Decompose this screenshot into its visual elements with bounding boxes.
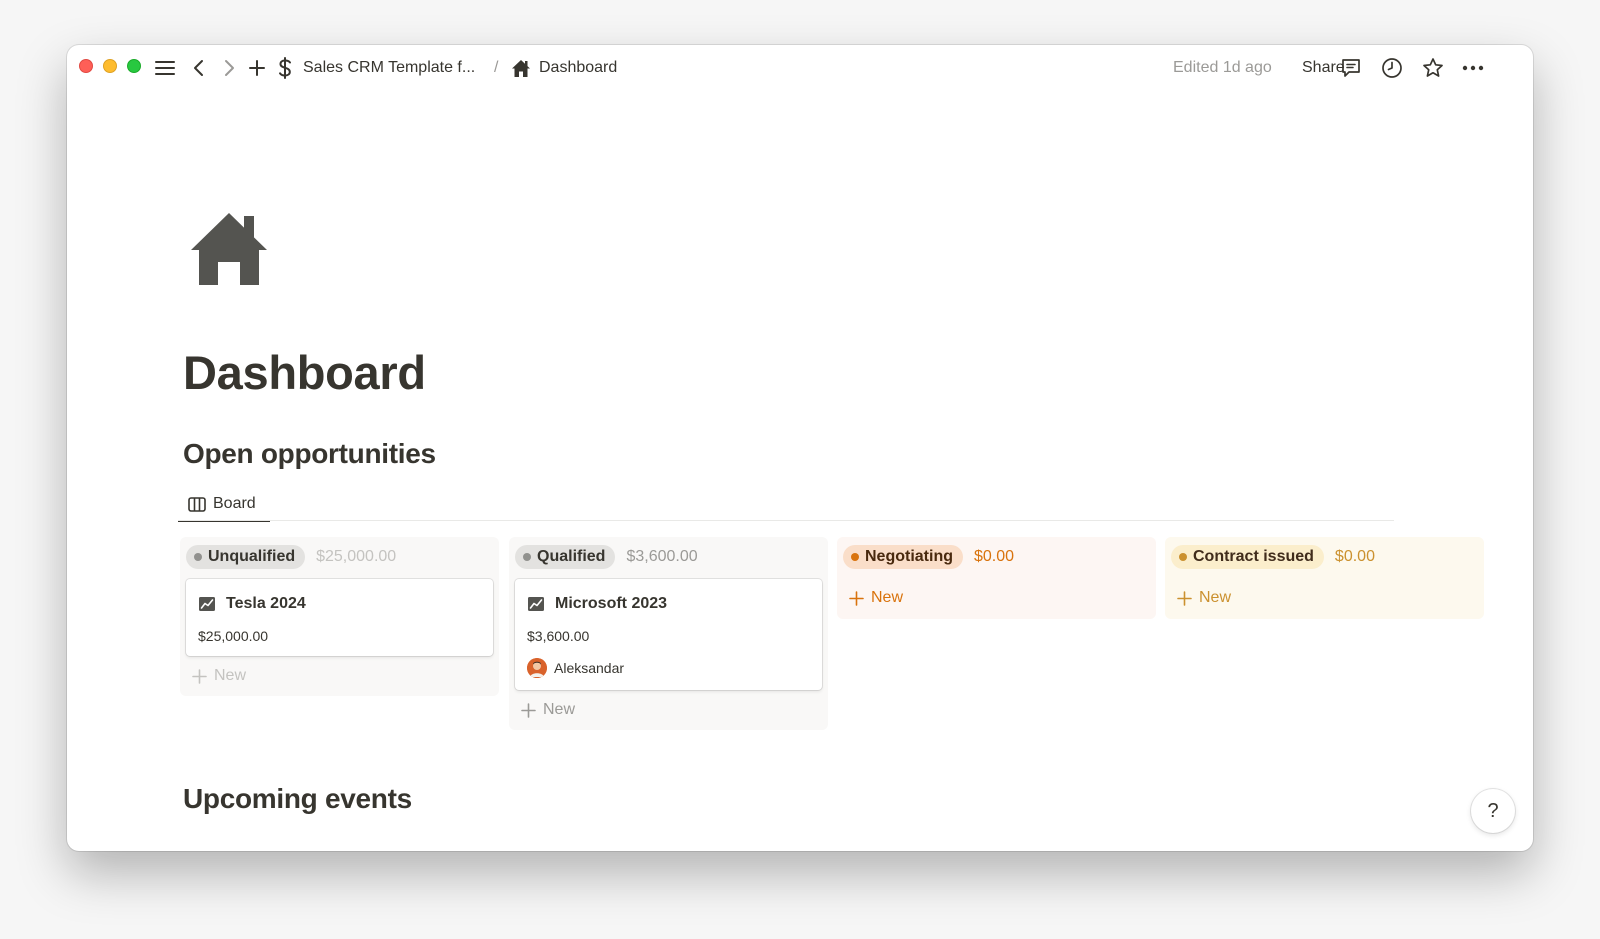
add-new-button[interactable]: New (1165, 577, 1484, 619)
plus-icon (1177, 590, 1192, 606)
chart-line-icon (528, 597, 544, 611)
add-new-button[interactable]: New (509, 690, 828, 730)
add-new-button[interactable]: New (180, 656, 499, 696)
breadcrumb-current[interactable]: Dashboard (539, 59, 617, 77)
menu-icon[interactable] (153, 56, 177, 80)
column-header: Negotiating $0.00 (837, 537, 1156, 577)
column-sum: $0.00 (974, 548, 1015, 565)
plus-icon (192, 668, 207, 684)
breadcrumb-parent[interactable]: Sales CRM Template f... (303, 59, 475, 77)
column-header: Contract issued $0.00 (1165, 537, 1484, 577)
tab-board[interactable]: Board (178, 488, 270, 522)
column-header: Unqualified $25,000.00 (180, 537, 499, 577)
board-view-icon (188, 496, 206, 512)
status-dot-icon (194, 553, 202, 561)
status-dot-icon (1179, 553, 1187, 561)
app-window: Sales CRM Template f... / Dashboard Edit… (67, 45, 1533, 851)
card-amount: $25,000.00 (198, 628, 269, 644)
plus-icon (521, 702, 536, 718)
page-house-icon[interactable] (189, 210, 269, 290)
more-options-icon[interactable] (1461, 56, 1485, 80)
card-title: Microsoft 2023 (555, 595, 668, 612)
card-title: Tesla 2024 (226, 595, 306, 612)
add-new-label: New (1199, 589, 1232, 606)
board-column-contract-issued: Contract issued $0.00 New (1165, 537, 1484, 619)
column-sum: $25,000.00 (316, 548, 397, 565)
status-badge[interactable]: Unqualified (186, 545, 306, 569)
open-opportunities-heading: Open opportunities (183, 438, 436, 469)
board-column-qualified: Qualified $3,600.00 Microsoft 2023 $3,60… (509, 537, 828, 730)
column-sum: $3,600.00 (626, 548, 698, 565)
history-clock-icon[interactable] (1380, 56, 1404, 80)
tab-divider (178, 520, 1394, 521)
board-card[interactable]: Tesla 2024 $25,000.00 (186, 579, 493, 656)
minimize-window-button[interactable] (103, 59, 117, 73)
person-name: Aleksandar (554, 660, 625, 676)
tab-board-label: Board (213, 495, 256, 512)
add-page-icon[interactable] (245, 56, 269, 80)
status-label: Qualified (537, 548, 606, 565)
comments-icon[interactable] (1339, 56, 1363, 80)
status-dot-icon (523, 553, 531, 561)
favorite-star-icon[interactable] (1421, 56, 1445, 80)
board-column-negotiating: Negotiating $0.00 New (837, 537, 1156, 619)
card-amount: $3,600.00 (527, 628, 590, 644)
status-badge[interactable]: Contract issued (1171, 545, 1324, 569)
card-person[interactable]: Aleksandar (527, 658, 810, 678)
status-label: Negotiating (865, 548, 953, 565)
home-icon (509, 56, 533, 80)
forward-arrow-icon[interactable] (217, 56, 241, 80)
status-badge[interactable]: Negotiating (843, 545, 963, 569)
board-column-unqualified: Unqualified $25,000.00 Tesla 2024 $25,00… (180, 537, 499, 696)
dollar-icon (273, 56, 297, 80)
plus-icon (849, 590, 864, 606)
back-arrow-icon[interactable] (187, 56, 211, 80)
close-window-button[interactable] (79, 59, 93, 73)
page-title[interactable]: Dashboard (183, 345, 426, 400)
add-new-label: New (871, 589, 904, 606)
add-new-button[interactable]: New (837, 577, 1156, 619)
upcoming-events-heading: Upcoming events (183, 783, 412, 814)
breadcrumb-separator: / (494, 59, 499, 76)
status-label: Contract issued (1193, 548, 1314, 565)
column-sum: $0.00 (1334, 548, 1375, 565)
edited-timestamp: Edited 1d ago (1173, 59, 1272, 76)
column-header: Qualified $3,600.00 (509, 537, 828, 577)
chart-line-icon (199, 597, 215, 611)
add-new-label: New (214, 667, 247, 684)
status-label: Unqualified (208, 548, 296, 565)
add-new-label: New (543, 701, 576, 718)
help-button[interactable]: ? (1471, 789, 1515, 833)
zoom-window-button[interactable] (127, 59, 141, 73)
board-card[interactable]: Microsoft 2023 $3,600.00 Aleksandar (515, 579, 822, 690)
status-badge[interactable]: Qualified (515, 545, 616, 569)
avatar (527, 658, 547, 678)
titlebar: Sales CRM Template f... / Dashboard Edit… (67, 45, 1533, 91)
status-dot-icon (851, 553, 859, 561)
